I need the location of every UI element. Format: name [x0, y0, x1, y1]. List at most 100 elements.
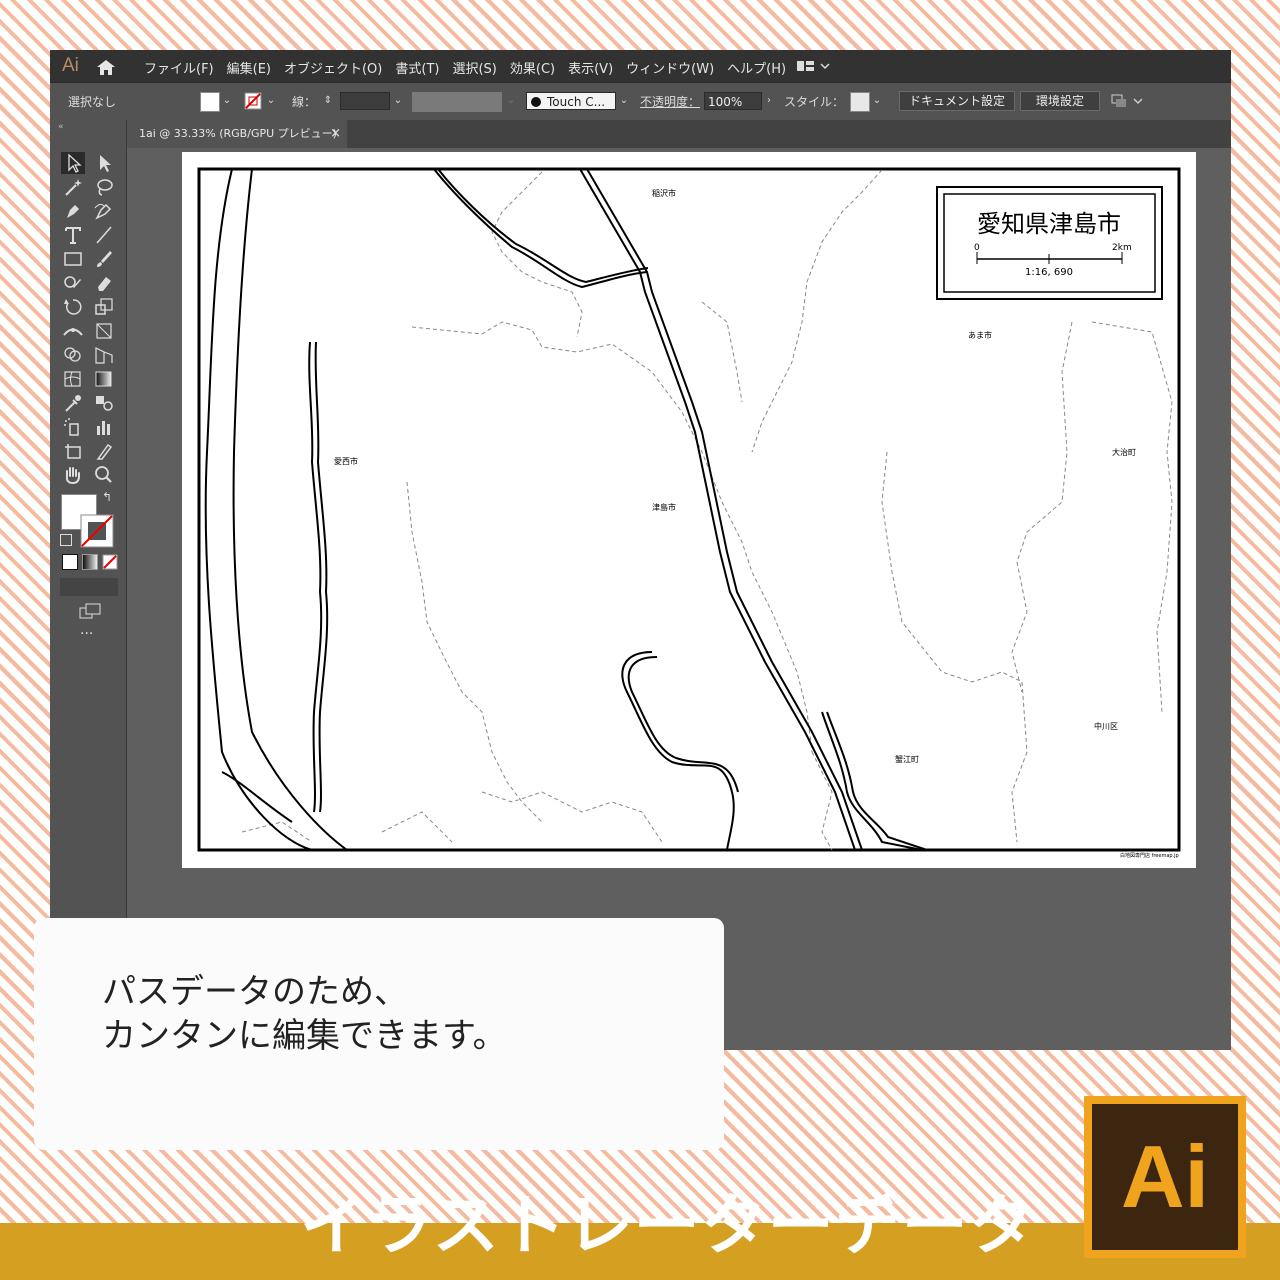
- shape-builder-tool-icon[interactable]: [61, 344, 85, 366]
- pen-tool-icon[interactable]: [61, 200, 85, 222]
- menu-select[interactable]: 選択(S): [452, 58, 496, 77]
- eraser-tool-icon[interactable]: [92, 272, 116, 294]
- symbol-sprayer-tool-icon[interactable]: [61, 416, 85, 438]
- illustrator-window: Ai ファイル(F) 編集(E) オブジェクト(O) 書式(T) 選択(S) 効…: [50, 50, 1231, 1050]
- stroke-weight-spinner[interactable]: ⇕: [322, 92, 334, 110]
- stroke-weight-dropdown[interactable]: ⌄: [392, 92, 404, 110]
- swap-colors-icon[interactable]: ↰: [102, 490, 112, 504]
- artboard[interactable]: 愛知県津島市 0 2km 1:16, 690 稲沢市 あま市 愛西市 大治町 津…: [182, 152, 1196, 868]
- variable-width-profile[interactable]: [412, 92, 502, 112]
- caption-line-1: パスデータのため、: [102, 972, 408, 1012]
- hand-tool-icon[interactable]: [61, 464, 85, 486]
- paintbrush-tool-icon[interactable]: [92, 248, 116, 270]
- label-nakagawa: 中川区: [1094, 721, 1118, 731]
- fill-dropdown[interactable]: ⌄: [221, 92, 233, 110]
- stroke-color-box[interactable]: [80, 514, 114, 548]
- fill-swatch[interactable]: [200, 92, 220, 112]
- slice-tool-icon[interactable]: [92, 440, 116, 462]
- width-tool-icon[interactable]: [61, 320, 85, 342]
- column-graph-tool-icon[interactable]: [92, 416, 116, 438]
- document-tab-title: 1ai @ 33.33% (RGB/GPU プレビュー): [139, 127, 337, 140]
- document-setup-button[interactable]: ドキュメント設定: [899, 91, 1015, 111]
- app-logo: Ai: [62, 55, 79, 76]
- default-colors-icon[interactable]: [60, 534, 72, 546]
- map-title: 愛知県津島市: [977, 210, 1121, 238]
- menu-window[interactable]: ウィンドウ(W): [626, 58, 714, 77]
- eyedropper-tool-icon[interactable]: [61, 392, 85, 414]
- banner-title: イラストレーターデータ: [300, 1187, 1036, 1264]
- curvature-tool-icon[interactable]: [92, 200, 116, 222]
- label-aisai: 愛西市: [334, 456, 358, 466]
- selection-tool-icon[interactable]: [61, 152, 85, 174]
- direct-selection-tool-icon[interactable]: [92, 152, 116, 174]
- rectangle-tool-icon[interactable]: [61, 248, 85, 270]
- lasso-tool-icon[interactable]: [92, 176, 116, 198]
- scale-start: 0: [974, 243, 980, 253]
- canvas-area[interactable]: 愛知県津島市 0 2km 1:16, 690 稲沢市 あま市 愛西市 大治町 津…: [127, 148, 1231, 1050]
- line-tool-icon[interactable]: [92, 224, 116, 246]
- document-tabs: 1ai @ 33.33% (RGB/GPU プレビュー) ×: [127, 120, 1231, 148]
- gradient-tool-icon[interactable]: [92, 368, 116, 390]
- brush-name: Touch C...: [547, 95, 606, 109]
- menu-edit[interactable]: 編集(E): [227, 58, 271, 77]
- preferences-button[interactable]: 環境設定: [1020, 91, 1100, 111]
- brush-dot-icon: [531, 97, 541, 107]
- rivers-and-railways: [204, 168, 928, 851]
- more-tools-icon[interactable]: ···: [80, 626, 93, 642]
- arrange-icon[interactable]: [1110, 92, 1146, 110]
- menu-object[interactable]: オブジェクト(O): [284, 58, 382, 77]
- magic-wand-tool-icon[interactable]: [61, 176, 85, 198]
- scale-ratio: 1:16, 690: [1025, 267, 1073, 278]
- menu-view[interactable]: 表示(V): [568, 58, 613, 77]
- rotate-tool-icon[interactable]: [61, 296, 85, 318]
- menu-type[interactable]: 書式(T): [395, 58, 439, 77]
- none-mode-icon[interactable]: [102, 554, 118, 570]
- style-swatch[interactable]: [850, 92, 870, 112]
- menu-effect[interactable]: 効果(C): [510, 58, 555, 77]
- scale-tool-icon[interactable]: [92, 296, 116, 318]
- opacity-field[interactable]: 100%: [704, 92, 762, 110]
- opacity-arrow[interactable]: ›: [763, 92, 775, 110]
- document-tab[interactable]: 1ai @ 33.33% (RGB/GPU プレビュー) ×: [127, 120, 347, 148]
- map-svg: 愛知県津島市 0 2km 1:16, 690 稲沢市 あま市 愛西市 大治町 津…: [197, 167, 1181, 859]
- free-transform-tool-icon[interactable]: [92, 320, 116, 342]
- stroke-none-icon[interactable]: [244, 92, 262, 110]
- workspace-switcher-icon[interactable]: [795, 56, 835, 76]
- shaper-tool-icon[interactable]: [61, 272, 85, 294]
- artboard-tool-icon[interactable]: [61, 440, 85, 462]
- screen-mode-icon[interactable]: [78, 602, 102, 620]
- gradient-mode-icon[interactable]: [82, 554, 98, 570]
- type-tool-icon[interactable]: [61, 224, 85, 246]
- illustrator-logo-text: Ai: [1121, 1127, 1209, 1226]
- illustrator-logo-inner: Ai: [1092, 1104, 1238, 1250]
- color-mode-icon[interactable]: [62, 554, 78, 570]
- stroke-weight-field[interactable]: [340, 92, 390, 110]
- tools-panel: « ↰ ···: [50, 120, 127, 966]
- draw-mode-icons[interactable]: [60, 578, 118, 596]
- label-tsushima: 津島市: [652, 502, 676, 512]
- selection-status: 選択なし: [68, 95, 117, 109]
- label-oharu: 大治町: [1112, 447, 1136, 457]
- panel-collapse-icon[interactable]: «: [58, 122, 64, 132]
- blend-tool-icon[interactable]: [92, 392, 116, 414]
- home-icon[interactable]: [94, 58, 118, 76]
- brush-dropdown[interactable]: ⌄: [618, 92, 630, 110]
- perspective-grid-tool-icon[interactable]: [92, 344, 116, 366]
- caption-line-2: カンタンに編集できます。: [102, 1016, 507, 1056]
- zoom-tool-icon[interactable]: [92, 464, 116, 486]
- menu-file[interactable]: ファイル(F): [144, 58, 214, 77]
- scale-end: 2km: [1112, 243, 1132, 253]
- close-tab-icon[interactable]: ×: [330, 120, 341, 148]
- mesh-tool-icon[interactable]: [61, 368, 85, 390]
- style-label: スタイル：: [784, 95, 845, 109]
- menu-help[interactable]: ヘルプ(H): [727, 58, 786, 77]
- stroke-dropdown[interactable]: ⌄: [265, 92, 277, 110]
- opacity-label[interactable]: 不透明度：: [640, 93, 700, 110]
- brush-definition[interactable]: Touch C...: [526, 92, 616, 110]
- style-dropdown[interactable]: ⌄: [871, 92, 883, 110]
- control-bar: 選択なし ⌄ ⌄ 線： ⇕ ⌄ ⌄ Touch C... ⌄ 不透明度： 100…: [50, 82, 1231, 122]
- menu-bar: Ai ファイル(F) 編集(E) オブジェクト(O) 書式(T) 選択(S) 効…: [50, 50, 1231, 82]
- profile-dropdown[interactable]: ⌄: [505, 92, 517, 110]
- stroke-label: 線：: [292, 95, 317, 109]
- caption-box: パスデータのため、 カンタンに編集できます。: [34, 918, 724, 1150]
